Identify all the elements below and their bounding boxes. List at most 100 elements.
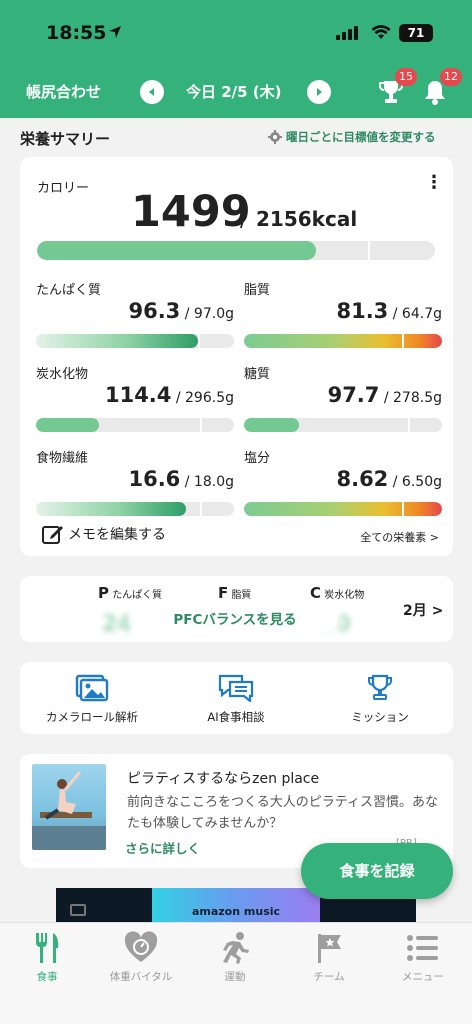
shortcut-label: カメラロール解析 bbox=[46, 710, 138, 724]
runner-icon bbox=[223, 932, 249, 964]
ad-more-link[interactable]: さらに詳しく bbox=[125, 838, 200, 857]
current-date[interactable]: 今日 2/5 (木) bbox=[186, 81, 282, 102]
nutrient-progress-fill bbox=[244, 502, 442, 516]
nutrient-progress-marker bbox=[402, 502, 404, 516]
nutrient-label: たんぱく質 bbox=[36, 283, 102, 298]
pfc-month-link[interactable]: 2月 > bbox=[403, 600, 443, 620]
edit-memo-icon bbox=[42, 526, 63, 544]
nutrient-progress-marker bbox=[200, 418, 202, 432]
shortcut-label: AI食事相談 bbox=[207, 710, 265, 724]
record-meal-button[interactable]: 食事を記録 bbox=[301, 843, 453, 899]
tab-bar: 食事 体重バイタル 運動 チーム メニュー bbox=[0, 922, 472, 1024]
nutrient-protein[interactable]: たんぱく質 96.3 / 97.0g bbox=[36, 279, 234, 359]
tab-label: 運動 bbox=[224, 971, 246, 983]
calorie-progress-fill bbox=[37, 241, 316, 260]
nutrient-progress-marker bbox=[200, 502, 202, 516]
nutrient-fiber[interactable]: 食物繊維 16.6 / 18.0g bbox=[36, 447, 234, 527]
pfc-carb-header: C 炭水化物 bbox=[310, 584, 365, 602]
nutrition-summary-card: カロリー ⋮ 1499 / 2156kcal たんぱく質 96.3 / 97.0… bbox=[20, 157, 453, 556]
nutrient-progress-bar bbox=[36, 418, 234, 432]
ai-meal-consultation-button[interactable]: AI食事相談 bbox=[166, 674, 306, 725]
trophy-icon bbox=[368, 674, 392, 700]
flag-icon bbox=[318, 934, 341, 963]
nutrient-sugar[interactable]: 糖質 97.7 / 278.5g bbox=[244, 363, 442, 443]
all-nutrients-link[interactable]: 全ての栄養素 > bbox=[360, 529, 439, 545]
tab-label: 食事 bbox=[36, 971, 58, 983]
nutrient-label: 食物繊維 bbox=[36, 451, 89, 466]
nutrient-carbohydrate[interactable]: 炭水化物 114.4 / 296.5g bbox=[36, 363, 234, 443]
nutrient-label: 脂質 bbox=[244, 283, 271, 298]
wifi-icon bbox=[371, 25, 391, 39]
cellular-signal-icon bbox=[336, 26, 358, 40]
ad-image bbox=[32, 764, 106, 850]
nutrient-progress-bar bbox=[244, 334, 442, 348]
nutrient-progress-fill bbox=[36, 418, 100, 432]
pfc-protein-header: P たんぱく質 bbox=[98, 584, 163, 602]
calorie-value: 1499 bbox=[131, 187, 251, 237]
notification-badge: 12 bbox=[440, 68, 462, 86]
diary-label[interactable]: 帳尻合わせ bbox=[26, 81, 101, 102]
mission-button[interactable]: ミッション bbox=[310, 674, 450, 725]
nutrient-fat[interactable]: 脂質 81.3 / 64.7g bbox=[244, 279, 442, 359]
chevron-right-icon bbox=[317, 88, 322, 96]
change-goal-link[interactable]: 曜日ごとに目標値を変更する bbox=[268, 129, 436, 145]
pfc-fat-header: F 脂質 bbox=[218, 584, 252, 602]
calorie-label: カロリー bbox=[37, 181, 90, 196]
calorie-progress-bar bbox=[37, 241, 435, 260]
next-day-button[interactable] bbox=[307, 80, 331, 104]
device-icon bbox=[70, 904, 86, 916]
pfc-blurred-value: 24 bbox=[102, 612, 133, 637]
ad-title: ピラティスするならzen place bbox=[127, 771, 320, 787]
fork-knife-icon bbox=[36, 933, 59, 963]
shortcut-label: ミッション bbox=[351, 710, 409, 724]
nutrient-salt[interactable]: 塩分 8.62 / 6.50g bbox=[244, 447, 442, 527]
change-goal-label: 曜日ごとに目標値を変更する bbox=[286, 130, 436, 144]
previous-day-button[interactable] bbox=[140, 80, 164, 104]
camera-roll-icon bbox=[75, 674, 109, 702]
status-time: 18:55 bbox=[46, 22, 107, 44]
nutrient-progress-bar bbox=[244, 502, 442, 516]
nutrient-progress-fill bbox=[36, 334, 199, 348]
battery-indicator: 71 bbox=[399, 24, 433, 42]
tab-exercise[interactable]: 運動 bbox=[188, 931, 282, 984]
tab-menu[interactable]: メニュー bbox=[376, 931, 470, 984]
heart-icon bbox=[124, 931, 158, 962]
pfc-balance-card[interactable]: P たんぱく質 F 脂質 C 炭水化物 24 30 PFCバランスを見る 2月 … bbox=[20, 576, 453, 642]
tab-label: 体重バイタル bbox=[109, 971, 173, 983]
nutrient-progress-bar bbox=[244, 418, 442, 432]
menu-icon bbox=[407, 935, 438, 961]
tab-team[interactable]: チーム bbox=[282, 931, 376, 984]
calorie-separator: / bbox=[240, 207, 248, 231]
nutrient-progress-marker bbox=[402, 334, 404, 348]
trophy-badge: 15 bbox=[395, 68, 417, 86]
calorie-progress-marker bbox=[368, 241, 370, 260]
edit-memo-button[interactable]: メモを編集する bbox=[42, 523, 166, 545]
nutrient-progress-fill bbox=[36, 502, 187, 516]
status-bar: 18:55 71 bbox=[0, 0, 472, 68]
nutrient-label: 炭水化物 bbox=[36, 367, 89, 382]
calorie-goal: 2156kcal bbox=[256, 207, 358, 231]
chat-icon bbox=[218, 674, 254, 702]
chevron-left-icon bbox=[149, 88, 154, 96]
nutrient-value: 114.4 / 296.5g bbox=[104, 383, 234, 407]
nutrient-progress-bar bbox=[36, 502, 234, 516]
nutrient-value: 97.7 / 278.5g bbox=[327, 383, 442, 407]
tab-meals[interactable]: 食事 bbox=[0, 931, 94, 984]
nutrient-label: 糖質 bbox=[244, 367, 271, 382]
tab-label: チーム bbox=[313, 971, 345, 983]
nutrient-progress-fill bbox=[244, 418, 300, 432]
nutrient-value: 96.3 / 97.0g bbox=[128, 299, 234, 323]
location-arrow-icon bbox=[109, 26, 121, 38]
nutrient-progress-fill bbox=[244, 334, 442, 348]
more-options-icon[interactable]: ⋮ bbox=[425, 172, 443, 193]
shortcuts-card: カメラロール解析 AI食事相談 ミッション bbox=[20, 662, 453, 734]
nutrient-label: 塩分 bbox=[244, 451, 271, 466]
tab-weight-vitals[interactable]: 体重バイタル bbox=[94, 931, 188, 984]
tab-label: メニュー bbox=[402, 971, 444, 983]
nutrient-value: 16.6 / 18.0g bbox=[128, 467, 234, 491]
gear-icon bbox=[268, 130, 282, 144]
nutrient-progress-bar bbox=[36, 334, 234, 348]
section-title: 栄養サマリー bbox=[20, 130, 111, 148]
camera-roll-analysis-button[interactable]: カメラロール解析 bbox=[22, 674, 162, 725]
view-pfc-balance-button[interactable]: PFCバランスを見る bbox=[133, 608, 337, 632]
